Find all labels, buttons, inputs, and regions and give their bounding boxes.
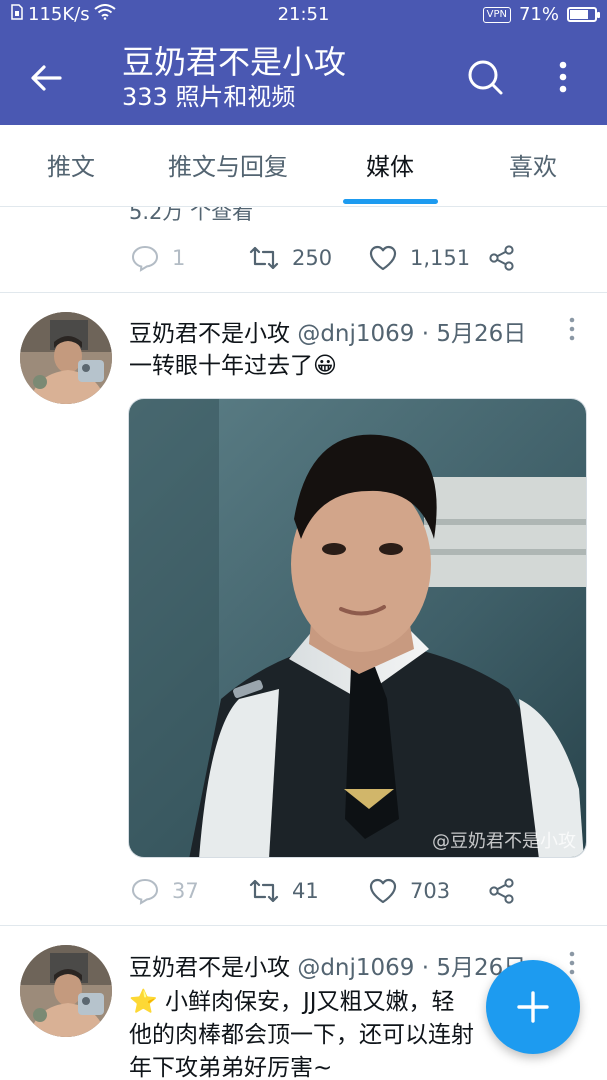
status-bar: 115K/s 21:51 VPN 71% (0, 0, 607, 30)
retweet-count: 41 (292, 879, 319, 903)
share-button[interactable] (488, 236, 516, 280)
grin-emoji-icon: 😀 (313, 353, 337, 379)
retweet-icon (249, 879, 279, 903)
tweet-text: 一转眼十年过去了😀 (129, 350, 337, 383)
separator-dot: · (421, 321, 430, 347)
display-name[interactable]: 豆奶君不是小攻 (129, 321, 290, 347)
avatar[interactable] (20, 312, 112, 404)
retweet-icon (249, 246, 279, 270)
like-count: 703 (410, 879, 451, 903)
compose-button[interactable] (486, 960, 580, 1054)
display-name[interactable]: 豆奶君不是小攻 (129, 955, 290, 981)
tweet-date[interactable]: 5月26日 (436, 321, 526, 347)
separator-dot: · (421, 955, 430, 981)
tweet-photo[interactable]: @豆奶君不是小攻 (128, 398, 587, 858)
like-count: 1,151 (410, 246, 471, 270)
user-handle[interactable]: @dnj1069 (297, 321, 414, 347)
reply-count: 37 (172, 879, 199, 903)
retweet-button[interactable]: 250 (248, 236, 332, 280)
battery-percent: 71% (518, 4, 559, 25)
tweet-body: 一转眼十年过去了 (129, 353, 313, 379)
battery-fill (570, 10, 589, 19)
like-button[interactable]: 1,151 (368, 236, 470, 280)
heart-icon (369, 245, 397, 271)
vpn-badge: VPN (482, 6, 511, 23)
more-vertical-icon[interactable] (550, 56, 576, 98)
tab-likes[interactable]: 喜欢 (509, 147, 557, 182)
partial-tweet-actions: 1 250 1,151 (0, 236, 607, 280)
active-tab-indicator (343, 199, 438, 204)
divider (0, 292, 607, 293)
profile-title: 豆奶君不是小攻 (122, 43, 347, 81)
tweet-actions: 37 41 703 (0, 869, 607, 913)
reply-count: 1 (172, 246, 186, 270)
tweet-menu-icon[interactable] (562, 316, 582, 342)
star-emoji-icon: ⭐ (129, 989, 158, 1015)
media-count: 333 照片和视频 (122, 83, 296, 111)
retweet-count: 250 (292, 246, 333, 270)
tab-media[interactable]: 媒体 (366, 147, 414, 182)
tweet-line-3: 年下攻弟弟好厉害~ (129, 1055, 333, 1080)
like-button[interactable]: 703 (368, 869, 450, 913)
tweet-header: 豆奶君不是小攻 @dnj1069 · 5月26日 (129, 314, 526, 348)
reply-icon (131, 878, 159, 905)
app-bar: 豆奶君不是小攻 333 照片和视频 (0, 30, 607, 125)
profile-tabs-overlay: 推文 推文与回复 媒体 喜欢 (0, 125, 607, 207)
reply-button[interactable]: 1 (130, 236, 185, 280)
divider (0, 925, 607, 926)
user-handle[interactable]: @dnj1069 (297, 955, 414, 981)
heart-icon (369, 878, 397, 904)
tab-tweets-and-replies[interactable]: 推文与回复 (168, 147, 288, 182)
tweet-line-1: 小鲜肉保安，JJ又粗又嫩，轻 (164, 989, 455, 1015)
photo-watermark: @豆奶君不是小攻 (432, 831, 576, 852)
plus-icon (517, 991, 549, 1023)
back-arrow-icon[interactable] (26, 58, 66, 98)
retweet-button[interactable]: 41 (248, 869, 319, 913)
share-button[interactable] (488, 869, 516, 913)
status-right: VPN 71% (482, 4, 600, 25)
avatar[interactable] (20, 945, 112, 1037)
reply-button[interactable]: 37 (130, 869, 199, 913)
search-icon[interactable] (464, 56, 506, 98)
tweet-header: 豆奶君不是小攻 @dnj1069 · 5月26日 (129, 948, 526, 982)
tab-tweets[interactable]: 推文 (47, 147, 95, 182)
share-icon (489, 878, 514, 904)
reply-icon (131, 245, 159, 272)
battery-icon (567, 7, 600, 22)
share-icon (489, 245, 514, 271)
